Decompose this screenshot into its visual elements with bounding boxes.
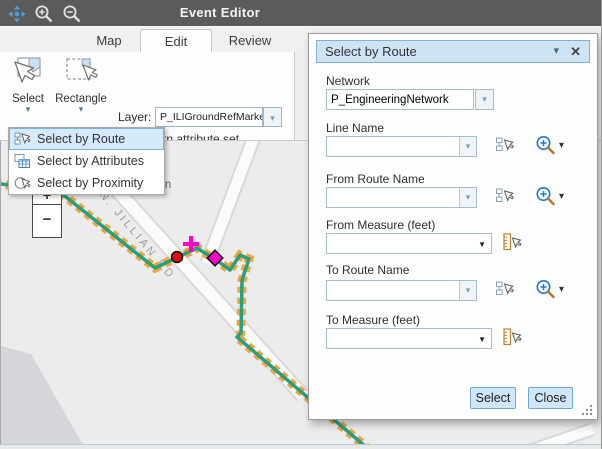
dialog-title: Select by Route <box>325 44 417 59</box>
rectangle-tool-icon <box>63 55 99 87</box>
menu-item-select-by-proximity[interactable]: Select by Proximity <box>9 172 164 194</box>
menu-item-label: Select by Proximity <box>37 176 143 190</box>
from-measure-arrow-icon[interactable]: ▼ <box>478 240 486 249</box>
select-tool-icon <box>10 55 46 87</box>
menu-item-label: Select by Attributes <box>37 154 144 168</box>
to-route-zoom-button[interactable] <box>535 279 556 304</box>
from-route-zoom-button[interactable] <box>535 186 556 211</box>
to-measure-label: To Measure (feet) <box>326 313 420 327</box>
layer-label: Layer: <box>118 110 151 124</box>
line-name-dropdown-button[interactable]: ▾ <box>459 137 476 156</box>
from-measure-combo[interactable]: ▼ <box>326 233 492 254</box>
to-route-dropdown-button[interactable]: ▾ <box>459 281 476 300</box>
red-point-marker[interactable] <box>172 252 183 263</box>
select-by-proximity-icon <box>14 175 31 191</box>
zoom-magnifier-icon <box>535 279 556 299</box>
close-button[interactable]: Close <box>528 387 573 409</box>
zoom-magnifier-icon <box>535 186 556 206</box>
rectangle-tool-button[interactable]: Rectangle ▾ <box>54 55 108 113</box>
from-route-combo[interactable]: ▾ <box>326 187 477 208</box>
menu-item-select-by-attributes[interactable]: Select by Attributes <box>9 150 164 172</box>
event-editor-window: Event Editor Map Edit Review Select ▾ Re… <box>0 0 602 449</box>
to-route-label: To Route Name <box>326 263 409 277</box>
to-route-input[interactable] <box>327 281 458 300</box>
from-measure-input[interactable] <box>327 234 473 253</box>
titlebar: Event Editor <box>0 0 602 27</box>
to-route-combo[interactable]: ▾ <box>326 280 477 301</box>
from-route-input[interactable] <box>327 188 458 207</box>
window-bottom-strip <box>0 444 602 449</box>
line-name-zoom-button[interactable] <box>535 135 556 160</box>
to-route-caret-icon: ▾ <box>466 285 471 295</box>
select-tool-caret-icon[interactable]: ▾ <box>4 105 52 113</box>
select-by-route-icon <box>14 131 31 147</box>
line-name-label: Line Name <box>326 121 384 135</box>
map-land-parcel <box>1 346 83 444</box>
pick-measure-ruler-icon <box>501 233 522 251</box>
map-zoom-control: + − <box>32 188 62 238</box>
select-by-route-dialog: Select by Route ▾ ✕ Network ▾ Line Name … <box>308 33 598 420</box>
line-name-combo[interactable]: ▾ <box>326 136 477 157</box>
to-route-pick-on-map-button[interactable] <box>495 280 514 302</box>
menu-item-select-by-route[interactable]: Select by Route <box>9 128 164 150</box>
line-name-pick-on-map-button[interactable] <box>495 136 514 158</box>
tab-map[interactable]: Map <box>78 29 140 52</box>
network-combo[interactable] <box>326 89 474 110</box>
from-route-pick-on-map-button[interactable] <box>495 187 514 209</box>
layer-dropdown-button[interactable]: ▾ <box>263 107 282 127</box>
from-route-caret-icon: ▾ <box>466 192 471 202</box>
line-name-input[interactable] <box>327 137 458 156</box>
tab-review[interactable]: Review <box>212 29 288 52</box>
dialog-menu-caret-icon[interactable]: ▾ <box>553 41 559 62</box>
from-route-label: From Route Name <box>326 172 425 186</box>
to-measure-arrow-icon[interactable]: ▼ <box>478 335 486 344</box>
line-name-caret-icon: ▾ <box>466 141 471 151</box>
network-input[interactable] <box>327 90 473 109</box>
network-caret-icon: ▾ <box>482 94 487 104</box>
select-by-attributes-icon <box>14 153 31 169</box>
map-zoom-out-button[interactable]: − <box>33 205 61 237</box>
network-dropdown-button[interactable]: ▾ <box>475 89 494 110</box>
from-route-dropdown-button[interactable]: ▾ <box>459 188 476 207</box>
select-button[interactable]: Select <box>470 387 516 409</box>
pick-route-on-map-icon <box>495 187 514 204</box>
layer-caret-icon: ▾ <box>270 113 275 123</box>
from-route-zoom-caret-icon[interactable]: ▾ <box>559 191 564 202</box>
from-measure-pick-on-map-button[interactable] <box>501 233 522 256</box>
to-measure-input[interactable] <box>327 329 473 348</box>
app-title: Event Editor <box>0 5 440 20</box>
tab-edit[interactable]: Edit <box>140 29 212 52</box>
rectangle-tool-caret-icon[interactable]: ▾ <box>54 105 108 113</box>
select-tool-button[interactable]: Select ▾ <box>4 55 52 113</box>
pick-route-on-map-icon <box>495 136 514 153</box>
line-name-zoom-caret-icon[interactable]: ▾ <box>559 140 564 151</box>
dialog-close-icon[interactable]: ✕ <box>570 41 581 62</box>
dialog-header[interactable]: Select by Route ▾ ✕ <box>316 40 590 63</box>
pick-route-on-map-icon <box>495 280 514 297</box>
from-measure-label: From Measure (feet) <box>326 218 435 232</box>
to-measure-combo[interactable]: ▼ <box>326 328 492 349</box>
layer-select[interactable]: P_ILIGroundRefMarkers <box>155 107 263 127</box>
to-measure-pick-on-map-button[interactable] <box>501 328 522 351</box>
to-route-zoom-caret-icon[interactable]: ▾ <box>559 284 564 295</box>
network-label: Network <box>326 74 370 88</box>
select-tool-menu: Select by Route Select by Attributes Sel… <box>8 127 165 195</box>
zoom-magnifier-icon <box>535 135 556 155</box>
resize-grip[interactable] <box>580 403 593 416</box>
pick-measure-ruler-icon <box>501 328 522 346</box>
menu-item-label: Select by Route <box>37 132 125 146</box>
